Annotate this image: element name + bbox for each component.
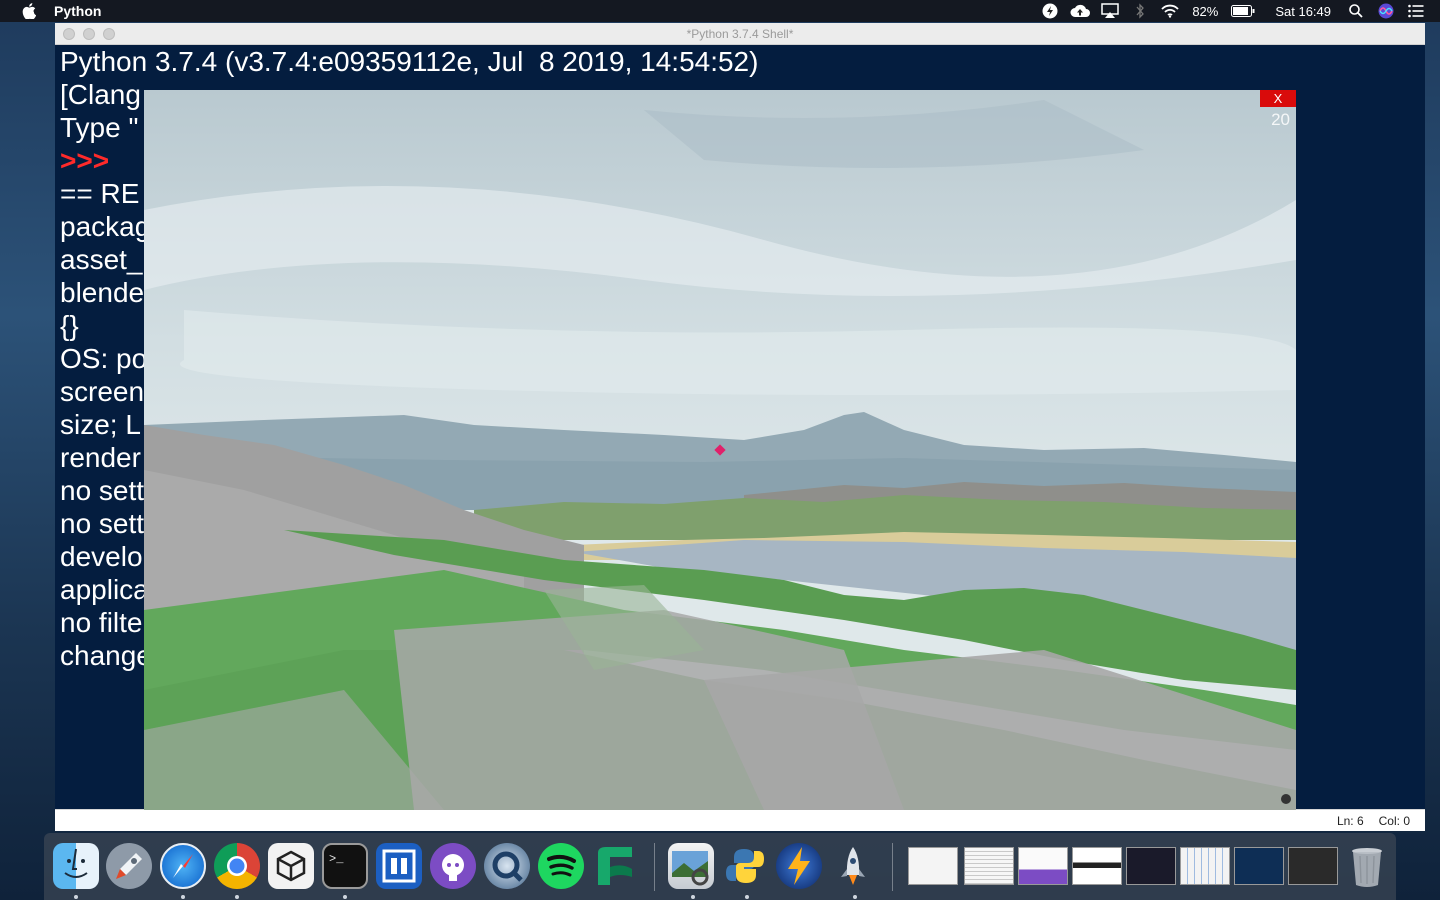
battery-icon[interactable] — [1230, 0, 1256, 22]
airplay-icon[interactable] — [1100, 0, 1120, 22]
dock: >_ — [44, 833, 1396, 900]
quicktime-icon[interactable] — [484, 843, 530, 889]
cursor-dot-icon — [1281, 794, 1291, 804]
svg-text:>_: >_ — [329, 852, 344, 866]
game-viewport[interactable]: X 20 — [144, 90, 1296, 810]
launchpad-icon[interactable] — [106, 843, 152, 889]
power-icon[interactable] — [1040, 0, 1060, 22]
app-menu-name[interactable]: Python — [54, 3, 101, 19]
bluetooth-icon[interactable] — [1130, 0, 1150, 22]
window-title: *Python 3.7.4 Shell* — [686, 26, 794, 41]
chrome-icon[interactable] — [214, 843, 260, 889]
running-indicator — [181, 895, 185, 899]
flowdock-icon[interactable] — [592, 843, 638, 889]
menu-clock[interactable]: Sat 16:49 — [1275, 4, 1331, 19]
zoom-window-button[interactable] — [103, 28, 115, 40]
window-thumbnail-chrome-dark[interactable] — [1288, 847, 1338, 885]
close-window-button[interactable] — [63, 28, 75, 40]
running-indicator — [343, 895, 347, 899]
sourcetree-icon[interactable] — [376, 843, 422, 889]
terminal-icon[interactable]: >_ — [322, 843, 368, 889]
game-close-button[interactable]: X — [1260, 90, 1296, 107]
preview-icon[interactable] — [668, 843, 714, 889]
shell-status-bar: Ln: 6 Col: 0 — [55, 809, 1425, 831]
window-titlebar[interactable]: *Python 3.7.4 Shell* — [55, 23, 1425, 45]
running-indicator — [691, 895, 695, 899]
python-launcher-icon[interactable] — [722, 843, 768, 889]
running-indicator — [745, 895, 749, 899]
spotlight-search-icon[interactable] — [1346, 0, 1366, 22]
menu-bar: Python 82% Sat 16:49 — [0, 0, 1440, 22]
spotify-icon[interactable] — [538, 843, 584, 889]
siri-icon[interactable] — [1376, 0, 1396, 22]
apple-icon[interactable] — [18, 0, 40, 22]
minimize-window-button[interactable] — [83, 28, 95, 40]
running-indicator — [235, 895, 239, 899]
finder-icon[interactable] — [53, 843, 99, 889]
notification-center-icon[interactable] — [1406, 0, 1426, 22]
window-thumbnail-chrome[interactable] — [1072, 847, 1122, 885]
window-thumbnail-video[interactable] — [1126, 847, 1176, 885]
window-thumbnail-document[interactable] — [908, 847, 958, 885]
status-column-number: Col: 0 — [1378, 813, 1410, 828]
shell-line: Python 3.7.4 (v3.7.4:e09359112e, Jul 8 2… — [60, 46, 759, 77]
github-desktop-icon[interactable] — [430, 843, 476, 889]
running-indicator — [74, 895, 78, 899]
trash-icon[interactable] — [1344, 843, 1390, 889]
running-indicator — [853, 895, 857, 899]
window-thumbnail-spreadsheet[interactable] — [1180, 847, 1230, 885]
reeder-icon[interactable] — [776, 843, 822, 889]
dock-separator — [654, 843, 655, 891]
safari-icon[interactable] — [160, 843, 206, 889]
rocket-icon[interactable] — [830, 843, 876, 889]
unity-icon[interactable] — [268, 843, 314, 889]
window-thumbnail-safari[interactable] — [1234, 847, 1284, 885]
battery-percent: 82% — [1192, 3, 1219, 19]
fps-counter: 20 — [1271, 110, 1290, 129]
dock-separator — [892, 843, 893, 891]
window-thumbnail-github[interactable] — [1018, 847, 1068, 885]
status-line-number: Ln: 6 — [1336, 813, 1364, 828]
window-thumbnail-text[interactable] — [964, 847, 1014, 885]
cloud-upload-icon[interactable] — [1070, 0, 1091, 22]
wifi-icon[interactable] — [1160, 0, 1180, 22]
